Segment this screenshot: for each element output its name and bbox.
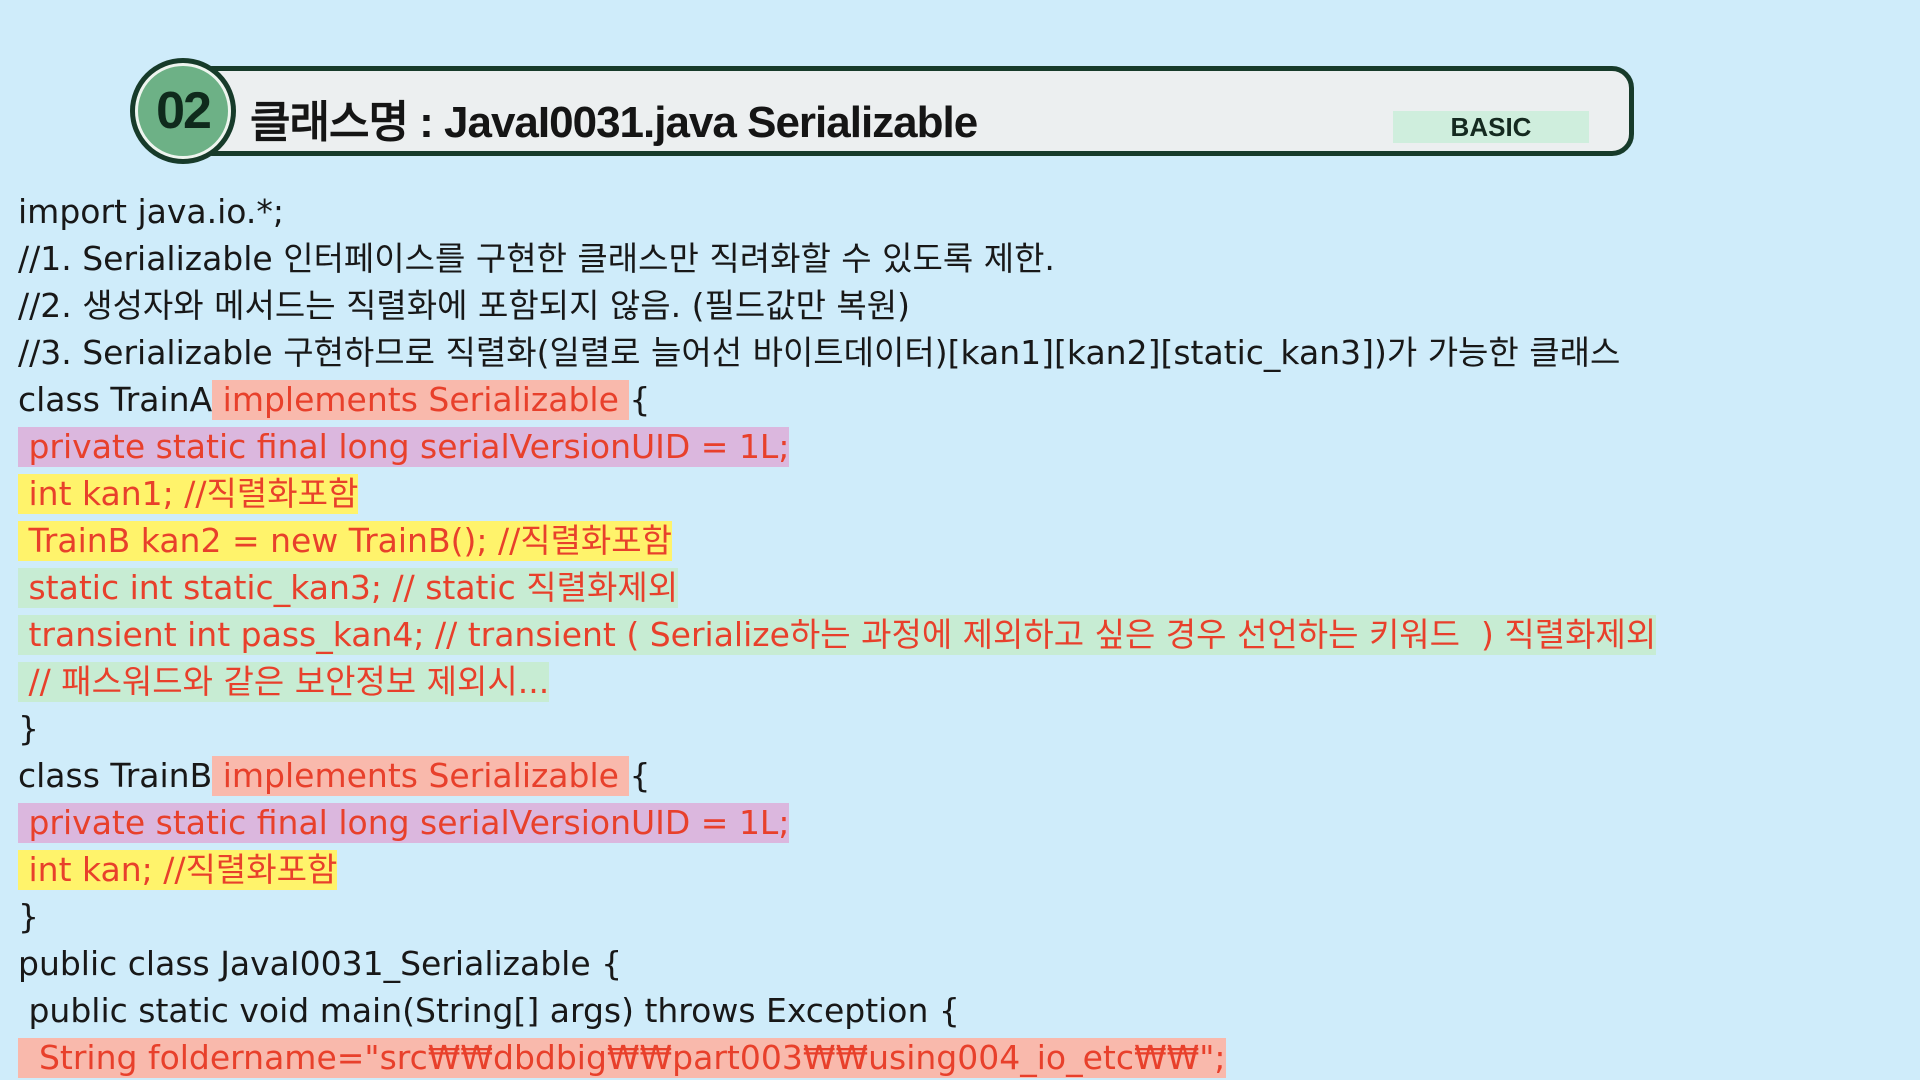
code-line: } (18, 703, 1908, 750)
code-line: import java.io.*; (18, 186, 1908, 233)
highlight-serial-uid: private static final long serialVersionU… (18, 802, 790, 843)
code-text: class TrainA (18, 379, 213, 419)
code-text: } (18, 708, 39, 748)
code-comment: //1. Serializable 인터페이스를 구현한 클래스만 직려화할 수… (18, 238, 1055, 278)
code-text: public static void main(String[] args) t… (18, 990, 960, 1030)
highlight-serial-uid: private static final long serialVersionU… (18, 426, 790, 467)
code-line: //2. 생성자와 메서드는 직렬화에 포함되지 않음. (필드값만 복원) (18, 280, 1908, 327)
highlight-implements: implements Serializable (212, 379, 630, 420)
page-title: 클래스명 : JavaI0031.java Serializable (250, 98, 978, 147)
code-line: private static final long serialVersionU… (18, 421, 1908, 468)
code-line: public class JavaI0031_Serializable { (18, 938, 1908, 985)
highlight-implements: implements Serializable (212, 755, 630, 796)
code-block: import java.io.*; //1. Serializable 인터페이… (18, 186, 1908, 1079)
code-text: { (629, 755, 651, 795)
highlight-excluded-field: static int static_kan3; // static 직렬화제외 (18, 567, 679, 608)
code-line: } (18, 891, 1908, 938)
highlight-field: TrainB kan2 = new TrainB(); //직렬화포함 (18, 520, 673, 561)
highlight-foldername: String foldername="src₩₩dbdbig₩₩part003₩… (18, 1037, 1226, 1078)
code-comment: //2. 생성자와 메서드는 직렬화에 포함되지 않음. (필드값만 복원) (18, 285, 911, 325)
code-line: static int static_kan3; // static 직렬화제외 (18, 562, 1908, 609)
level-badge: BASIC (1393, 111, 1589, 143)
section-number: 02 (135, 63, 231, 159)
code-text: import java.io.*; (18, 191, 284, 231)
highlight-excluded-comment: // 패스워드와 같은 보안정보 제외시... (18, 661, 550, 702)
code-line: //1. Serializable 인터페이스를 구현한 클래스만 직려화할 수… (18, 233, 1908, 280)
highlight-excluded-field: transient int pass_kan4; // transient ( … (18, 614, 1657, 655)
code-text: class TrainB (18, 755, 213, 795)
code-line: private static final long serialVersionU… (18, 797, 1908, 844)
code-line: transient int pass_kan4; // transient ( … (18, 609, 1908, 656)
section-header: 02 클래스명 : JavaI0031.java Serializable BA… (130, 58, 1636, 164)
code-line: // 패스워드와 같은 보안정보 제외시... (18, 656, 1908, 703)
code-line: String foldername="src₩₩dbdbig₩₩part003₩… (18, 1032, 1908, 1079)
code-line: TrainB kan2 = new TrainB(); //직렬화포함 (18, 515, 1908, 562)
code-line: class TrainA implements Serializable { (18, 374, 1908, 421)
code-line: class TrainB implements Serializable { (18, 750, 1908, 797)
code-text: public class JavaI0031_Serializable { (18, 943, 623, 983)
code-line: int kan1; //직렬화포함 (18, 468, 1908, 515)
code-line: public static void main(String[] args) t… (18, 985, 1908, 1032)
code-line: //3. Serializable 구현하므로 직렬화(일렬로 늘어선 바이트데… (18, 327, 1908, 374)
highlight-field: int kan; //직렬화포함 (18, 849, 338, 890)
section-number-badge: 02 (130, 58, 236, 164)
code-line: int kan; //직렬화포함 (18, 844, 1908, 891)
code-text: { (629, 379, 651, 419)
highlight-field: int kan1; //직렬화포함 (18, 473, 359, 514)
code-comment: //3. Serializable 구현하므로 직렬화(일렬로 늘어선 바이트데… (18, 332, 1621, 372)
code-text: } (18, 896, 39, 936)
